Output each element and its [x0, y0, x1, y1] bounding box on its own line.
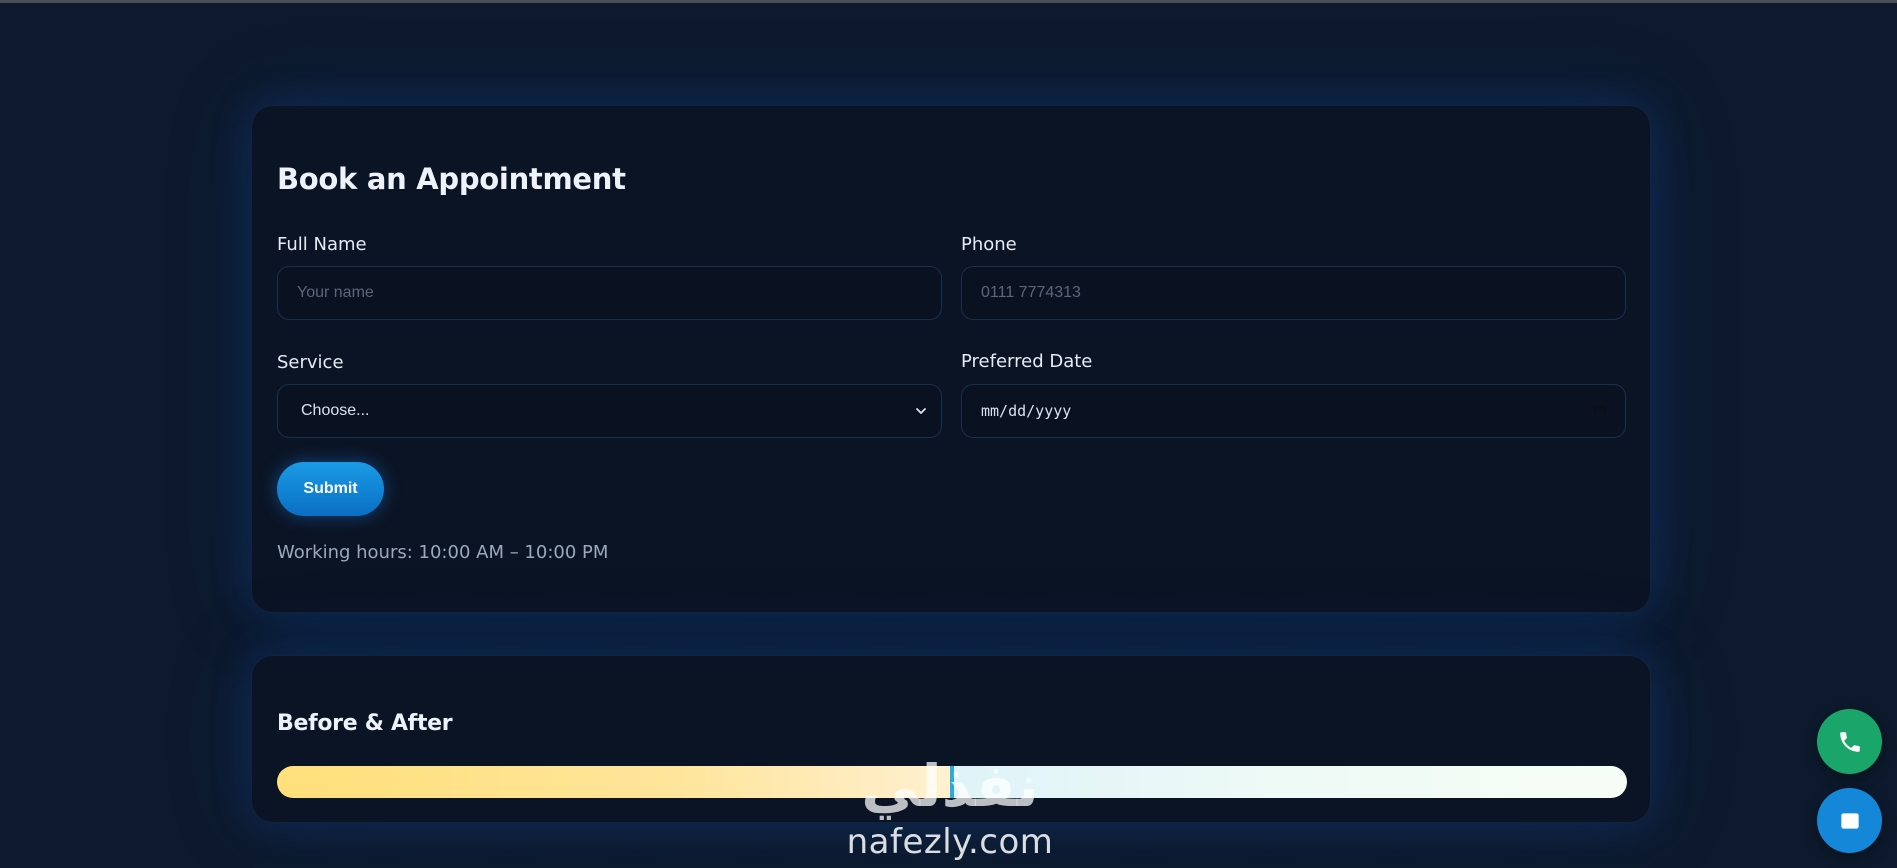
booking-title: Book an Appointment — [277, 162, 626, 196]
chat-icon — [1840, 812, 1859, 829]
call-button[interactable] — [1817, 709, 1882, 774]
phone-placeholder: 0111 7774313 — [981, 284, 1081, 301]
before-after-title: Before & After — [277, 711, 453, 736]
chat-button[interactable] — [1817, 788, 1882, 853]
submit-button[interactable]: Submit — [277, 462, 384, 516]
phone-input[interactable]: 0111 7774313 — [961, 266, 1626, 320]
phone-icon — [1839, 731, 1860, 752]
after-image — [952, 766, 1627, 798]
preferred-date-label: Preferred Date — [961, 351, 1093, 372]
service-select[interactable]: Choose... — [277, 384, 942, 438]
working-hours-text: Working hours: 10:00 AM – 10:00 PM — [277, 542, 609, 563]
calendar-icon[interactable] — [1593, 404, 1607, 418]
slider-handle[interactable] — [950, 766, 954, 798]
preferred-date-input[interactable]: mm/dd/yyyy — [961, 384, 1626, 438]
service-label: Service — [277, 352, 344, 373]
before-after-slider[interactable] — [277, 766, 1627, 798]
date-format-placeholder: mm/dd/yyyy — [981, 402, 1072, 420]
phone-label: Phone — [961, 234, 1017, 255]
booking-card: Book an Appointment Full Name Your name … — [251, 105, 1651, 613]
full-name-placeholder: Your name — [297, 284, 374, 301]
before-image — [277, 766, 952, 798]
watermark-url: nafezly.com — [846, 822, 1054, 862]
browser-top-edge — [0, 0, 1897, 3]
service-selected-value: Choose... — [301, 402, 370, 419]
chevron-down-icon — [916, 408, 926, 414]
before-after-card: Before & After — [251, 655, 1651, 823]
full-name-input[interactable]: Your name — [277, 266, 942, 320]
full-name-label: Full Name — [277, 234, 367, 255]
